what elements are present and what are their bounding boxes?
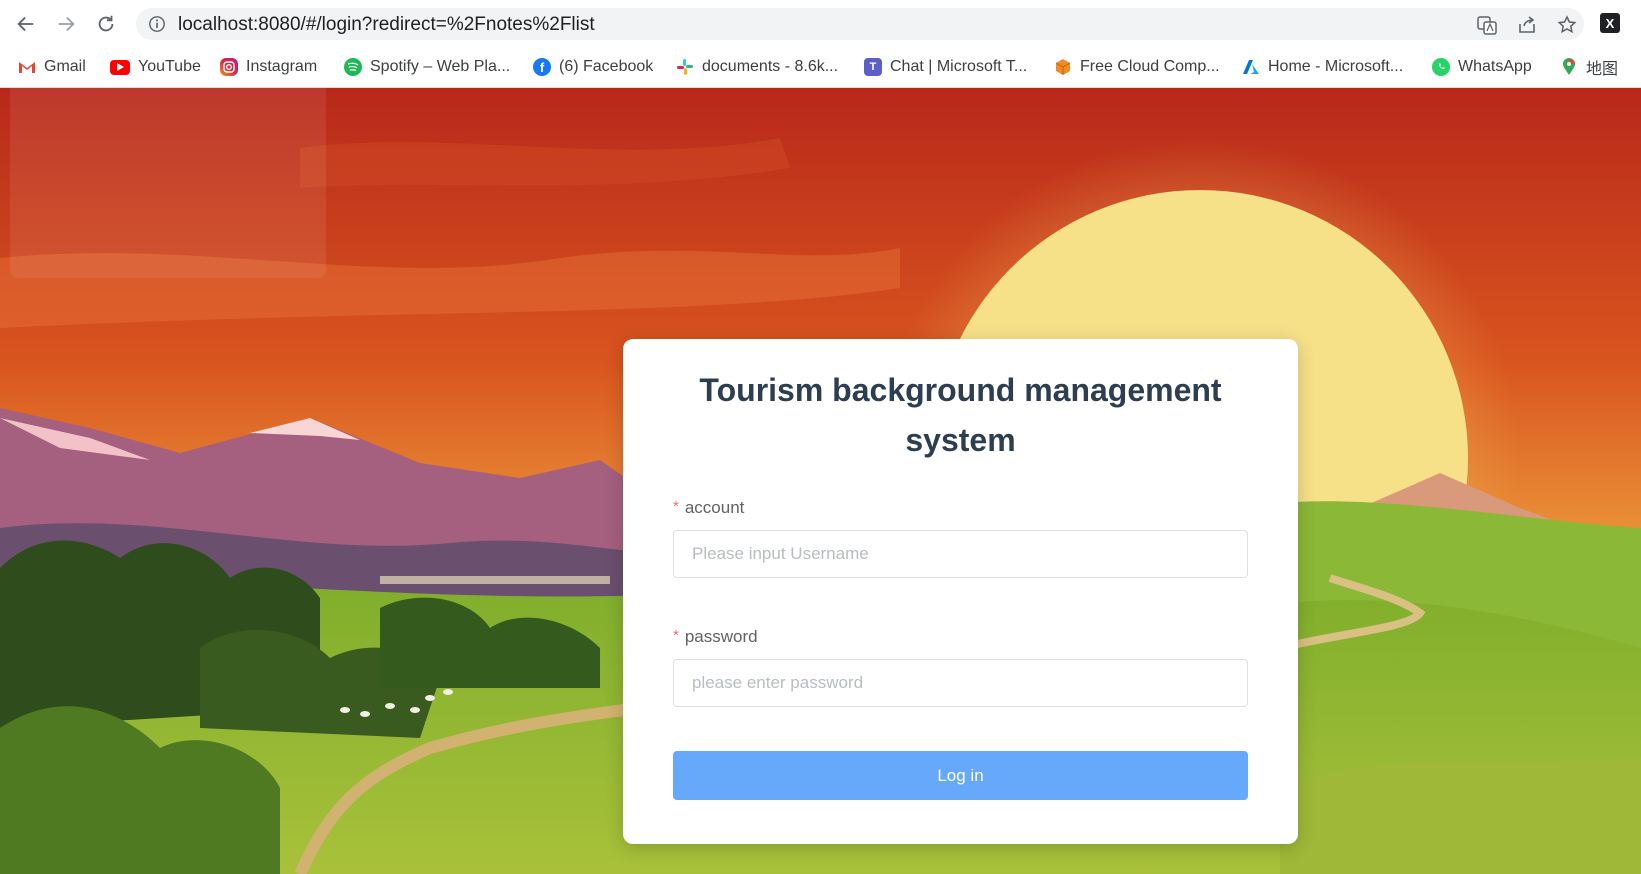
bookmark-whatsapp[interactable]: WhatsApp <box>1432 54 1532 80</box>
overlay-panel <box>10 88 326 278</box>
translate-button[interactable] <box>1476 14 1498 36</box>
facebook-icon: f <box>533 58 551 76</box>
bookmark-label: Gmail <box>44 58 86 75</box>
bookmark-label: Spotify – Web Pla... <box>370 58 511 75</box>
maps-pin-icon <box>1560 58 1578 76</box>
bookmark-label: Instagram <box>246 58 318 75</box>
teams-icon: T <box>864 58 882 76</box>
bookmark-label: 地图 <box>1586 61 1619 78</box>
required-marker: * <box>673 498 679 515</box>
slack-icon <box>676 58 694 76</box>
translate-icon <box>1477 16 1497 35</box>
bookmark-label: Home - Microsoft... <box>1268 58 1404 75</box>
azure-icon <box>1242 58 1260 76</box>
bookmark-youtube[interactable]: YouTube <box>110 54 201 80</box>
forward-button[interactable] <box>52 10 80 38</box>
extension-x-icon[interactable]: X <box>1600 13 1620 33</box>
login-button[interactable]: Log in <box>673 751 1248 800</box>
bookmark-star-button[interactable] <box>1556 14 1578 36</box>
account-input[interactable] <box>673 530 1248 578</box>
reload-icon <box>98 15 114 32</box>
share-icon <box>1519 16 1535 33</box>
browser-toolbar: localhost:8080/#/login?redirect=%2Fnotes… <box>0 0 1641 46</box>
password-label-text: password <box>684 627 758 646</box>
back-button[interactable] <box>12 10 40 38</box>
cube-icon <box>1054 58 1072 76</box>
bookmark-slack[interactable]: documents - 8.6k... <box>676 54 838 80</box>
bookmark-label: Chat | Microsoft T... <box>890 58 1028 75</box>
arrow-right-icon <box>58 16 75 32</box>
bookmark-label: documents - 8.6k... <box>702 58 839 75</box>
reload-button[interactable] <box>92 10 120 38</box>
bookmark-azure[interactable]: Home - Microsoft... <box>1242 54 1403 80</box>
login-page: Tourism background management system * ac… <box>0 88 1641 874</box>
bookmark-label: (6) Facebook <box>559 58 654 75</box>
login-title: Tourism background management system <box>699 372 1222 458</box>
bookmark-facebook[interactable]: f (6) Facebook <box>533 54 653 80</box>
bookmark-gmail[interactable]: Gmail <box>18 54 86 80</box>
arrow-left-icon <box>17 16 34 32</box>
account-label: * account <box>673 498 744 518</box>
bookmark-spotify[interactable]: Spotify – Web Pla... <box>344 54 510 80</box>
address-bar[interactable]: localhost:8080/#/login?redirect=%2Fnotes… <box>136 8 1584 40</box>
youtube-icon <box>110 59 130 75</box>
gmail-icon <box>18 58 36 76</box>
bookmark-maps[interactable]: 地图 <box>1560 54 1618 80</box>
instagram-icon <box>220 58 238 76</box>
spotify-icon <box>344 58 362 76</box>
bookmark-label: Free Cloud Comp... <box>1080 58 1220 75</box>
whatsapp-icon <box>1432 58 1450 76</box>
star-icon <box>1557 15 1577 34</box>
login-card: Tourism background management system * ac… <box>623 339 1298 844</box>
bookmark-label: WhatsApp <box>1458 58 1532 75</box>
bookmark-teams[interactable]: T Chat | Microsoft T... <box>864 54 1027 80</box>
bookmark-label: YouTube <box>138 58 201 75</box>
bookmark-free-cloud[interactable]: Free Cloud Comp... <box>1054 54 1220 80</box>
url-text: localhost:8080/#/login?redirect=%2Fnotes… <box>178 14 595 35</box>
account-label-text: account <box>684 498 745 517</box>
password-label: * password <box>673 627 758 647</box>
bookmarks-bar: Gmail YouTube Instagram Spotify – Web Pl… <box>0 46 1641 88</box>
password-input[interactable] <box>673 659 1248 707</box>
info-icon <box>149 16 165 32</box>
bookmark-instagram[interactable]: Instagram <box>220 54 317 80</box>
required-marker: * <box>673 627 679 644</box>
share-button[interactable] <box>1516 14 1538 36</box>
